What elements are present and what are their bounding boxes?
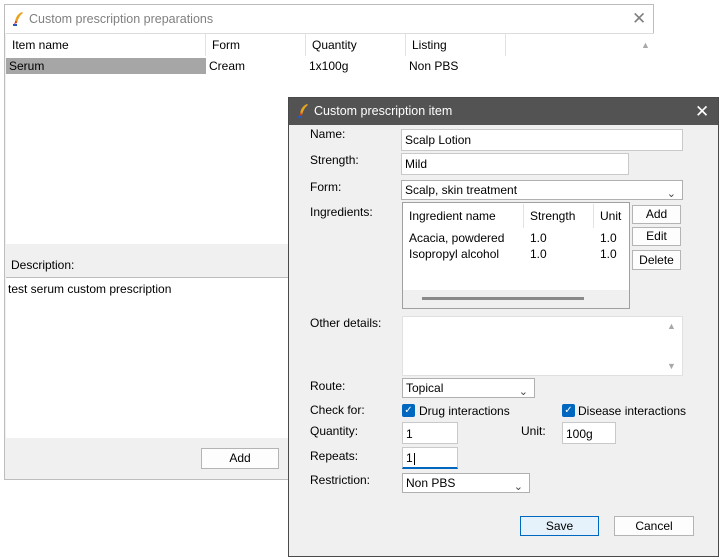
back-window-titlebar[interactable]: Custom prescription preparations ✕	[5, 5, 653, 33]
table-row[interactable]: Serum Cream 1x100g Non PBS	[6, 58, 636, 74]
app-quill-icon	[13, 12, 23, 26]
add-ingredient-button[interactable]: Add	[632, 205, 681, 224]
check-for-label: Check for:	[310, 403, 365, 417]
delete-ingredient-button[interactable]: Delete	[632, 250, 681, 270]
chevron-down-icon: ⌄	[666, 188, 676, 200]
column-header-quantity[interactable]: Quantity	[306, 34, 406, 56]
cell-unit: 1.0	[600, 231, 617, 245]
column-header-unit[interactable]: Unit	[594, 204, 628, 228]
ingredients-table[interactable]: Ingredient name Strength Unit Acacia, po…	[402, 202, 630, 309]
restriction-dropdown[interactable]: Non PBS ⌄	[402, 473, 530, 493]
name-label: Name:	[310, 127, 346, 141]
close-icon[interactable]: ✕	[695, 103, 709, 120]
table-row[interactable]: Isopropyl alcohol 1.0 1.0	[403, 247, 629, 264]
column-header-strength[interactable]: Strength	[524, 204, 594, 228]
repeats-label: Repeats:	[310, 449, 359, 463]
disease-interactions-label: Disease interactions	[578, 404, 687, 418]
route-selected-value: Topical	[406, 381, 444, 395]
unit-label: Unit:	[521, 424, 546, 438]
name-field[interactable]: Scalp Lotion	[401, 129, 683, 151]
table-row[interactable]: Acacia, powdered 1.0 1.0	[403, 230, 629, 247]
cancel-button[interactable]: Cancel	[614, 516, 694, 536]
app-quill-icon	[298, 104, 308, 118]
cell-item-name: Serum	[9, 59, 45, 73]
drug-interactions-label: Drug interactions	[419, 404, 510, 418]
cell-unit: 1.0	[600, 247, 617, 261]
scroll-down-icon[interactable]: ▼	[667, 361, 676, 371]
route-dropdown[interactable]: Topical ⌄	[402, 378, 535, 398]
checkmark-icon: ✓	[562, 404, 575, 417]
column-header-ingredient-name[interactable]: Ingredient name	[403, 204, 524, 228]
repeats-field[interactable]: 1	[402, 447, 458, 469]
dialog-titlebar[interactable]: Custom prescription item ✕	[289, 98, 718, 125]
cell-strength: 1.0	[530, 231, 547, 245]
strength-field[interactable]: Mild	[401, 153, 629, 175]
quantity-label: Quantity:	[310, 424, 359, 438]
text-cursor	[413, 452, 415, 465]
edit-ingredient-button[interactable]: Edit	[632, 227, 681, 246]
chevron-down-icon: ⌄	[518, 386, 528, 398]
scroll-up-icon[interactable]: ▲	[667, 321, 676, 331]
column-header-item-name[interactable]: Item name	[6, 34, 206, 56]
form-selected-value: Scalp, skin treatment	[405, 183, 518, 197]
add-button[interactable]: Add	[201, 448, 279, 469]
quantity-field[interactable]: 1	[402, 422, 458, 444]
form-label: Form:	[310, 180, 342, 194]
horizontal-scrollbar[interactable]	[403, 290, 629, 308]
drug-interactions-checkbox[interactable]: ✓ Drug interactions	[402, 404, 522, 418]
restriction-label: Restriction:	[310, 473, 371, 487]
cell-strength: 1.0	[530, 247, 547, 261]
scroll-up-icon[interactable]: ▲	[641, 40, 650, 50]
description-label: Description:	[11, 258, 75, 272]
cell-quantity: 1x100g	[309, 59, 349, 73]
route-label: Route:	[310, 379, 346, 393]
checkmark-icon: ✓	[402, 404, 415, 417]
column-header-listing[interactable]: Listing	[406, 34, 506, 56]
repeats-value: 1	[406, 451, 413, 465]
unit-field[interactable]: 100g	[562, 422, 616, 444]
strength-label: Strength:	[310, 153, 359, 167]
other-details-label: Other details:	[310, 316, 382, 330]
close-icon[interactable]: ✕	[632, 10, 646, 27]
cell-form: Cream	[209, 59, 246, 73]
back-window-title: Custom prescription preparations	[29, 12, 214, 26]
cell-ingredient-name: Isopropyl alcohol	[409, 247, 500, 261]
column-header-form[interactable]: Form	[206, 34, 306, 56]
other-details-textarea[interactable]: ▲ ▼	[402, 316, 683, 376]
restriction-selected-value: Non PBS	[406, 476, 456, 490]
custom-prescription-item-dialog: Custom prescription item ✕ Name: Scalp L…	[288, 97, 719, 557]
disease-interactions-checkbox[interactable]: ✓ Disease interactions	[562, 404, 692, 418]
form-dropdown[interactable]: Scalp, skin treatment ⌄	[401, 180, 683, 200]
cell-ingredient-name: Acacia, powdered	[409, 231, 505, 245]
chevron-down-icon: ⌄	[513, 481, 523, 493]
description-text: test serum custom prescription	[8, 282, 172, 296]
cell-listing: Non PBS	[409, 59, 459, 73]
ingredients-label: Ingredients:	[310, 205, 373, 219]
save-button[interactable]: Save	[520, 516, 599, 536]
scrollbar-thumb[interactable]	[422, 297, 584, 300]
dialog-title: Custom prescription item	[314, 104, 453, 118]
